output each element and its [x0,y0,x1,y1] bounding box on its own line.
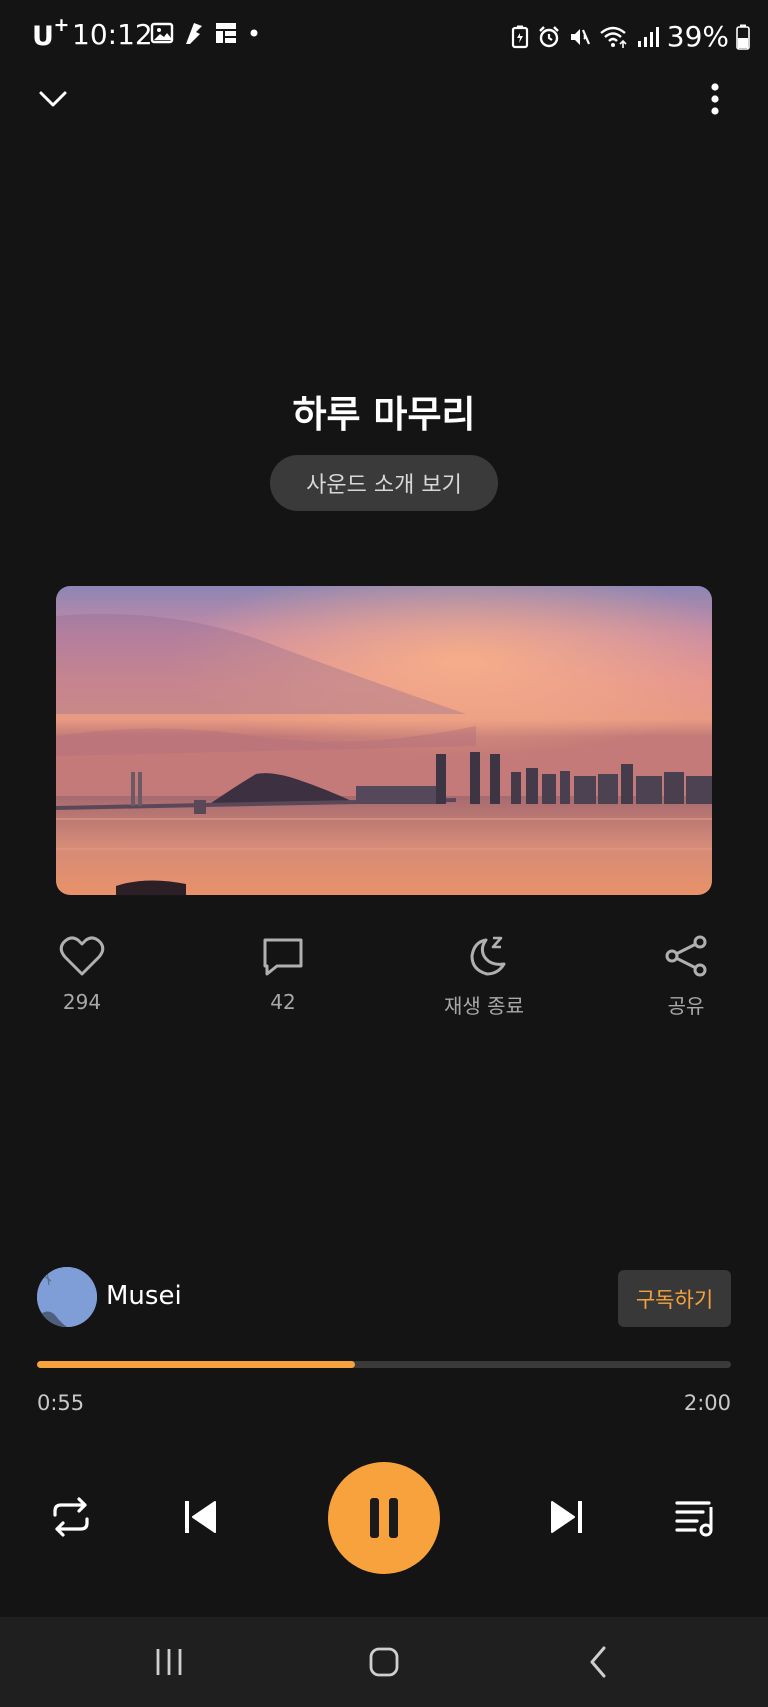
home-icon [369,1647,399,1677]
heart-icon [59,936,105,976]
back-button[interactable] [569,1637,629,1687]
skip-next-icon [551,1501,582,1533]
more-vertical-icon [711,83,719,115]
alarm-icon [538,25,559,47]
mute-icon [570,28,590,45]
playlist-icon [675,1501,713,1537]
home-button[interactable] [354,1637,414,1687]
battery-percent: 39% [666,20,729,53]
notification-app-icon [186,23,202,44]
playlist-button[interactable] [672,1494,718,1540]
sleep-timer-label: 재생 종료 [444,994,524,1018]
repeat-icon [53,1497,89,1537]
battery-icon [736,24,750,50]
back-icon [590,1646,606,1678]
comment-count: 42 [270,990,296,1014]
cover-image [56,586,712,895]
sleep-timer-button[interactable]: 재생 종료 [414,934,554,1019]
like-button[interactable]: 294 [12,934,152,1014]
next-button[interactable] [545,1496,587,1538]
battery-saver-icon [511,25,528,48]
wifi-icon [599,26,627,48]
pause-button[interactable] [328,1462,440,1574]
comment-button[interactable]: 42 [213,934,353,1014]
artist-row: Musei 구독하기 [37,1267,731,1329]
chevron-down-icon [39,91,67,107]
skip-previous-icon [185,1501,216,1533]
sound-intro-button[interactable]: 사운드 소개 보기 [270,455,498,511]
elapsed-time: 0:55 [37,1391,85,1415]
progress-bar[interactable] [37,1361,731,1368]
system-nav-bar [0,1617,768,1707]
progress-fill [37,1361,355,1368]
total-time: 2:00 [683,1391,731,1415]
comment-icon [263,938,303,976]
pause-icon [370,1498,398,1538]
carrier-label: U+ [32,14,69,52]
share-icon [665,935,707,977]
gallery-icon [150,22,174,44]
collapse-button[interactable] [36,84,70,114]
share-button[interactable]: 공유 [616,934,756,1019]
dot-icon [250,29,258,37]
share-label: 공유 [667,994,705,1018]
widget-icon [216,23,236,43]
like-count: 294 [62,990,102,1014]
repeat-button[interactable] [48,1494,94,1540]
more-options-button[interactable] [700,80,730,118]
action-bar: 294 42 재생 종료 공유 [0,934,768,1024]
track-title: 하루 마무리 [292,393,476,436]
recent-apps-icon [156,1649,182,1675]
status-bar: U+ 10:12 39% [0,0,768,72]
status-time: 10:12 [72,18,153,51]
artist-name[interactable]: Musei [106,1281,182,1311]
avatar[interactable] [37,1267,97,1327]
recent-apps-button[interactable] [139,1637,199,1687]
moon-sleep-icon [470,936,506,976]
playback-controls [0,1462,768,1574]
subscribe-button[interactable]: 구독하기 [618,1270,731,1327]
signal-icon [637,26,659,47]
previous-button[interactable] [180,1496,222,1538]
